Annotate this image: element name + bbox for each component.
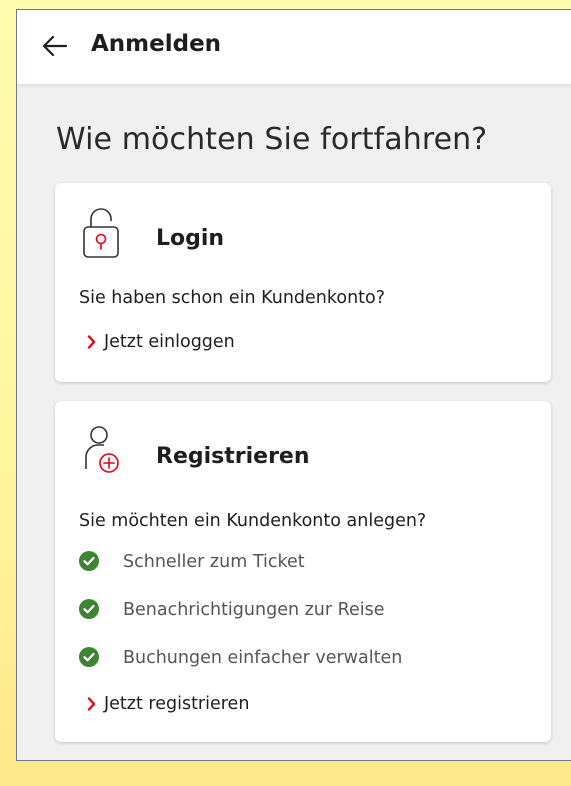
register-link-label: Jetzt registrieren — [104, 694, 250, 714]
benefit-item: Schneller zum Ticket — [79, 551, 305, 573]
check-circle-icon — [79, 599, 101, 621]
app-bar: Anmelden — [17, 10, 571, 84]
arrow-left-icon — [42, 35, 68, 57]
login-link[interactable]: Jetzt einloggen — [87, 332, 235, 352]
user-add-icon — [85, 426, 119, 473]
app-screen: Anmelden Wie möchten Sie fortfahren? Log… — [16, 9, 571, 761]
register-description: Sie möchten ein Kundenkonto anlegen? — [79, 511, 427, 531]
register-link[interactable]: Jetzt registrieren — [87, 694, 249, 714]
benefit-item: Buchungen einfacher verwalten — [79, 647, 402, 669]
benefit-label: Buchungen einfacher verwalten — [123, 648, 403, 668]
register-card[interactable]: Registrieren Sie möchten ein Kundenkonto… — [55, 401, 551, 742]
check-circle-icon — [79, 647, 101, 669]
back-button[interactable] — [35, 26, 75, 66]
login-description: Sie haben schon ein Kundenkonto? — [79, 288, 386, 308]
login-card[interactable]: Login Sie haben schon ein Kundenkonto? J… — [55, 183, 551, 382]
page-title: Anmelden — [91, 31, 222, 57]
benefit-item: Benachrichtigungen zur Reise — [79, 599, 385, 621]
chevron-right-icon — [87, 335, 96, 349]
benefit-label: Schneller zum Ticket — [123, 552, 305, 572]
chevron-right-icon — [87, 697, 96, 711]
check-circle-icon — [79, 551, 101, 573]
section-heading: Wie möchten Sie fortfahren? — [56, 122, 488, 157]
lock-open-icon — [83, 208, 119, 258]
benefit-label: Benachrichtigungen zur Reise — [123, 600, 385, 620]
register-title: Registrieren — [156, 444, 310, 469]
login-link-label: Jetzt einloggen — [104, 332, 235, 352]
login-title: Login — [156, 226, 225, 251]
